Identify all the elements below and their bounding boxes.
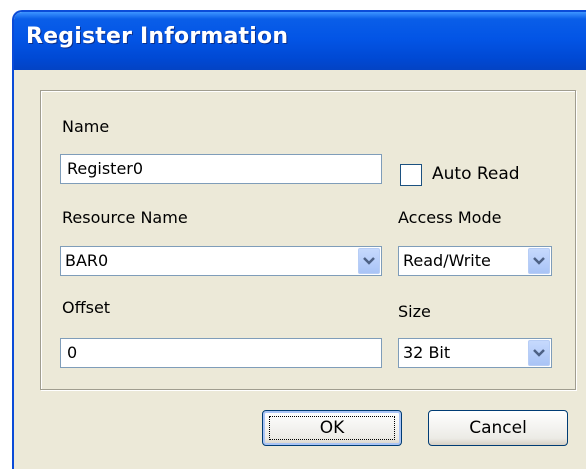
offset-label: Offset xyxy=(62,298,111,317)
size-value: 32 Bit xyxy=(403,343,451,362)
cancel-button-label: Cancel xyxy=(469,418,527,438)
chevron-down-icon[interactable] xyxy=(358,248,380,274)
resource-name-label: Resource Name xyxy=(62,208,188,227)
access-mode-dropdown[interactable]: Read/Write xyxy=(398,246,552,276)
focus-rect xyxy=(269,416,395,440)
name-field[interactable]: Register0 xyxy=(60,154,382,184)
size-dropdown[interactable]: 32 Bit xyxy=(398,338,552,368)
name-label: Name xyxy=(62,117,110,136)
ok-button[interactable]: OK xyxy=(262,410,402,446)
dialog-title: Register Information xyxy=(26,24,289,49)
resource-name-dropdown[interactable]: BAR0 xyxy=(60,246,382,276)
offset-field[interactable]: 0 xyxy=(60,338,382,368)
chevron-down-icon[interactable] xyxy=(528,340,550,366)
access-mode-value: Read/Write xyxy=(403,251,491,270)
chevron-down-icon[interactable] xyxy=(528,248,550,274)
auto-read-label[interactable]: Auto Read xyxy=(432,164,520,184)
title-bar[interactable]: Register Information xyxy=(14,12,586,70)
cancel-button[interactable]: Cancel xyxy=(428,410,568,446)
dialog-window: Register Information Name Register0 Auto… xyxy=(12,10,586,469)
access-mode-label: Access Mode xyxy=(398,208,502,227)
resource-name-value: BAR0 xyxy=(65,251,109,270)
auto-read-checkbox[interactable] xyxy=(400,164,422,186)
size-label: Size xyxy=(398,302,431,321)
